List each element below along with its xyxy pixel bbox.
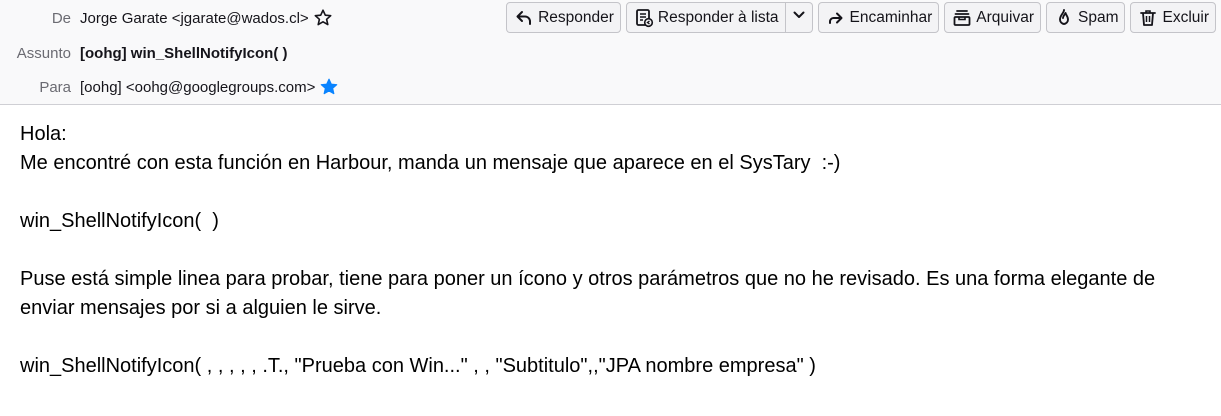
to-label: Para [39,78,71,96]
subject-value: [oohg] win_ShellNotifyIcon( ) [80,44,288,62]
flame-icon [1054,8,1074,28]
message-line: Hola: [20,123,67,145]
reply-list-dropdown-button[interactable] [785,2,813,33]
archive-button-label: Arquivar [976,8,1034,26]
message-header: De Jorge Garate <jgarate@wados.cl> Assun… [0,0,1221,105]
from-value[interactable]: Jorge Garate <jgarate@wados.cl> [80,10,309,27]
reply-list-button-label: Responder à lista [657,8,779,26]
message-line: Me encontré con esta función en Harbour,… [20,152,841,174]
subject-row: Assunto [oohg] win_ShellNotifyIcon( ) [0,38,288,68]
archive-box-icon [952,8,972,28]
forward-button-label: Encaminhar [849,8,933,26]
reply-button-label: Responder [538,8,614,26]
subject-label: Assunto [16,44,71,62]
reply-list-split-button: Responder à lista [625,2,813,33]
chevron-down-icon [792,8,806,27]
reply-list-icon [634,8,654,28]
reply-arrow-icon [514,8,534,28]
forward-arrow-icon [826,8,846,28]
message-body: Hola: Me encontré con esta función en Ha… [20,120,1215,381]
delete-button-label: Excluir [1162,8,1209,26]
delete-button[interactable]: Excluir [1130,2,1216,33]
from-row: De Jorge Garate <jgarate@wados.cl> [0,3,333,33]
reply-list-button[interactable]: Responder à lista [625,2,786,33]
message-toolbar: Responder Responder à lista Encaminhar A… [506,2,1216,33]
trash-icon [1138,8,1158,28]
to-row: Para [oohg] <oohg@googlegroups.com> [0,72,339,102]
reply-button[interactable]: Responder [506,2,621,33]
from-label: De [51,9,71,27]
message-line: win_ShellNotifyIcon( ) [20,210,219,232]
archive-button[interactable]: Arquivar [944,2,1041,33]
spam-button[interactable]: Spam [1045,2,1126,33]
to-value[interactable]: [oohg] <oohg@googlegroups.com> [80,79,315,96]
spam-button-label: Spam [1077,8,1119,26]
star-outline-icon[interactable] [313,8,333,28]
forward-button[interactable]: Encaminhar [817,2,940,33]
message-paragraph: Puse está simple linea para probar, tien… [20,268,1156,319]
message-line: win_ShellNotifyIcon( , , , , , .T., "Pru… [20,355,816,377]
star-filled-icon[interactable] [319,77,339,97]
